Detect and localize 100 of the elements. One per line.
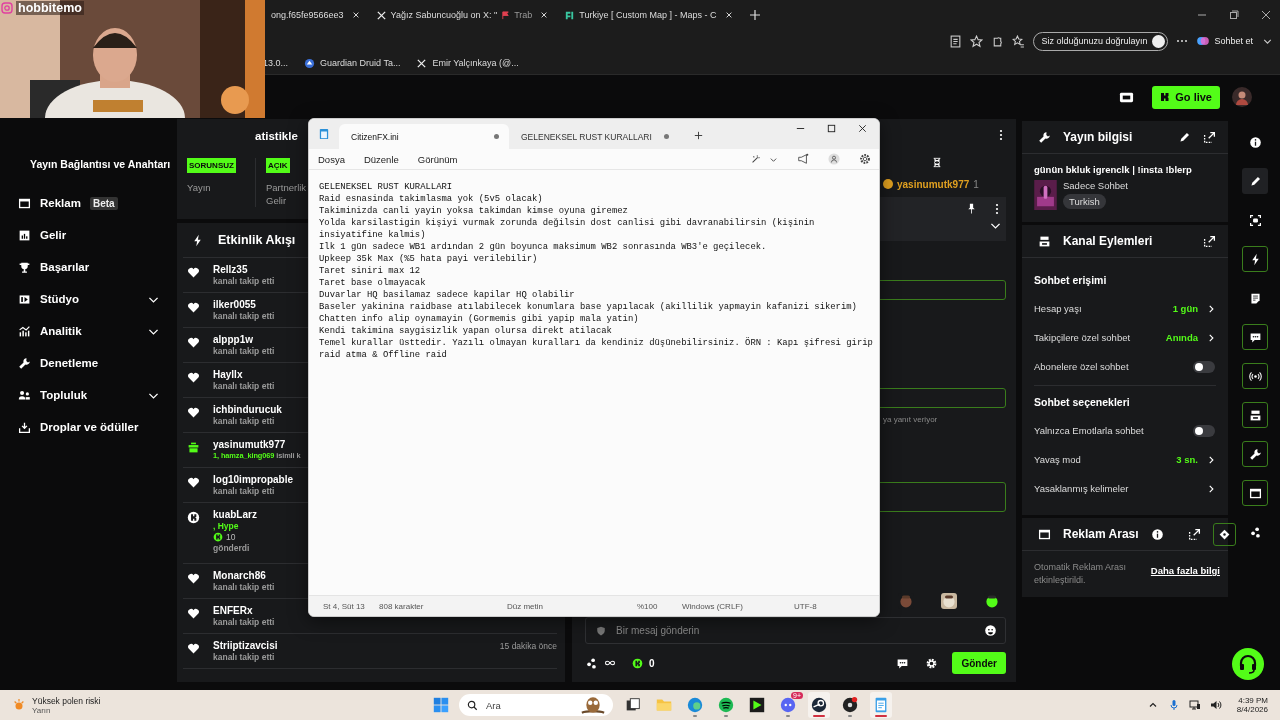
username[interactable]: yasinumutk977 <box>897 178 970 190</box>
document-text[interactable]: GELENEKSEL RUST KURALLARI Raid esnasinda takimlasma yok (5v5 olacak) Takiminizda canli yayin yoksa takimdan kimse oyuna giremez Yolda karsilastigin kişiyi vurmak zorunda değilsin dost canlisi gibi davranabilirsin (kişinin insiyatifine kalmis) Ilk 1 gün sadece WB1 ardından 2 gün boyunca maksimum WB2 sonrasında WB3'e geçilecek. Upkeep 35k Max (%5 hata payi verilebilir) Taret siniri max 12 Taret base olmayacak Duvarlar HQ basilamaz sadece kapilar HQ olabilir Baseler yakinina raidbase atılabilecek konumlara base yapılacak (akillilik yapmayin kafanizi sikerim) Chatten info alip oynamayin (Gormemis gibi yapip mala yatin) Kendi takimina saygisizlik yapan olursa direkt atilacak Temel kurallar üsttedir. Yazılı olmayan kuralları da kendiniz düşünebilirsiniz. ÖRN : Kapı şifresi girip raid atma & Offline raid <box>319 181 873 361</box>
more-icon[interactable] <box>995 202 999 215</box>
menu-item[interactable]: Görünüm <box>417 153 458 165</box>
avatar[interactable] <box>1232 87 1252 107</box>
headset-icon[interactable] <box>1232 648 1264 680</box>
megaphone-icon[interactable] <box>797 153 809 165</box>
taskbar-app[interactable] <box>808 692 830 718</box>
extensions-icon[interactable] <box>991 34 1005 48</box>
download-icon <box>18 420 31 434</box>
scan-icon <box>1248 213 1262 227</box>
rail-button[interactable] <box>1242 480 1268 506</box>
star-icon[interactable] <box>970 34 984 48</box>
search-field[interactable]: Ara <box>459 694 613 716</box>
message-input[interactable]: Bir mesaj gönderin <box>616 625 974 636</box>
browser-tab[interactable]: Turkiye [ Custom Map ] - Maps - C <box>558 3 739 27</box>
bookmark[interactable]: Guardian Druid Ta... <box>304 57 401 69</box>
ad-settings-button[interactable] <box>1212 522 1236 546</box>
close-icon[interactable] <box>857 123 868 134</box>
count: 1 <box>973 178 979 190</box>
emoji-icon[interactable] <box>984 624 997 637</box>
send-button[interactable]: Gönder <box>952 652 1006 674</box>
settings-icon <box>925 656 939 670</box>
setting-label: Yalnızca Emotlarla sohbet <box>1034 425 1144 436</box>
rail-button[interactable] <box>1242 402 1268 428</box>
new-tab-icon[interactable] <box>693 130 704 141</box>
go-live-button[interactable]: Go live <box>1152 85 1220 109</box>
amount: 10 <box>226 532 236 542</box>
event-text: kanalı takip etti <box>213 652 275 662</box>
more-icon[interactable] <box>1176 39 1189 43</box>
username[interactable]: Hayllx <box>213 369 243 380</box>
account-icon[interactable] <box>828 153 840 165</box>
maximize-icon[interactable] <box>826 123 837 134</box>
nav-item[interactable]: Başarılar <box>18 251 170 283</box>
rail-button[interactable] <box>1242 168 1268 194</box>
heart-icon <box>187 336 200 349</box>
settings-icon[interactable] <box>859 153 871 165</box>
event-text: , Hype <box>213 521 239 531</box>
toggle-switch[interactable] <box>1193 360 1215 373</box>
username[interactable]: yasinumutk977 <box>213 439 286 450</box>
username[interactable]: log10impropable <box>213 474 293 485</box>
close-icon[interactable] <box>1260 9 1272 21</box>
category-name[interactable]: Sadece Sohbet <box>1063 180 1128 191</box>
nav-item[interactable]: Stüdyo <box>18 283 170 315</box>
bookmark[interactable]: 13.0... <box>263 58 289 68</box>
favorites-icon[interactable] <box>1012 34 1026 48</box>
username[interactable]: Rellz35 <box>213 264 248 275</box>
setting-value[interactable]: 3 sn. <box>1176 454 1198 465</box>
weather-subtext[interactable]: Yarın <box>32 705 101 715</box>
restore-icon[interactable] <box>1228 9 1240 21</box>
username[interactable]: Monarch86 <box>213 570 266 581</box>
username[interactable]: ilker0055 <box>213 299 256 310</box>
rail-button[interactable] <box>1242 363 1268 389</box>
browser-tab[interactable]: Yağız Sabuncuoğlu on X: " Trab <box>369 3 555 27</box>
setting-value[interactable]: Anında <box>1165 332 1198 343</box>
site-icon <box>564 9 576 21</box>
rail-button[interactable] <box>1242 441 1268 467</box>
menu-item[interactable]: Dosya <box>318 153 345 165</box>
nav-item[interactable]: Gelir <box>18 219 170 251</box>
event-text: kanalı takip etti <box>213 276 275 286</box>
nav-item[interactable]: Denetleme <box>18 347 170 379</box>
copilot-button[interactable]: Sohbet et <box>1196 34 1253 48</box>
hourglass-icon[interactable] <box>932 156 942 168</box>
more-icon[interactable] <box>999 129 1003 141</box>
message-field[interactable]: Bir mesaj gönderin <box>585 617 1006 644</box>
nav-item[interactable]: Droplar ve ödüller <box>18 411 170 443</box>
username[interactable]: Striiptizavcisi <box>213 640 278 651</box>
copilot-icon[interactable] <box>750 153 762 165</box>
info-icon <box>1248 135 1262 149</box>
microphone-icon[interactable] <box>1167 699 1180 711</box>
chat-icon <box>896 656 910 670</box>
browser-tab[interactable]: ong.f65fe9566ee3 <box>265 3 366 27</box>
section-heading: Sohbet erişimi <box>1034 273 1108 288</box>
event-text: kanalı takip etti <box>213 346 275 356</box>
menu-item[interactable]: Düzenle <box>363 153 399 165</box>
volume-icon[interactable] <box>1209 699 1222 711</box>
nav-item[interactable]: Analitik <box>18 315 170 347</box>
weather-text[interactable]: Yüksek polen riski <box>32 695 101 706</box>
bookmark[interactable]: Emir Yalçınkaya (@... <box>416 57 519 69</box>
card-title: Yayın bilgisi <box>1063 130 1133 144</box>
username[interactable]: alppp1w <box>213 334 253 345</box>
editor-tab[interactable]: CitizenFX.ini <box>339 124 509 149</box>
nav-item[interactable]: Topluluk <box>18 379 170 411</box>
reader-icon[interactable] <box>949 34 963 48</box>
toggle-switch[interactable] <box>1193 424 1215 437</box>
username[interactable]: kuabLarz <box>213 509 257 520</box>
learn-more-link[interactable]: Daha fazla bilgi <box>1150 565 1220 576</box>
beta-badge: Beta <box>89 196 118 210</box>
shield-icon <box>596 625 606 636</box>
username[interactable]: ichbindurucuk <box>213 404 282 415</box>
rail-button[interactable] <box>1242 246 1268 272</box>
clock[interactable]: 4:39 PM 8/4/2026 <box>1236 696 1268 714</box>
username[interactable]: ENFERx <box>213 605 253 616</box>
editor-tab[interactable]: GELENEKSEL RUST KURALLARI <box>509 124 679 149</box>
setting-value[interactable]: 1 gün <box>1172 303 1198 314</box>
rail-button[interactable] <box>1242 324 1268 350</box>
network-icon[interactable] <box>1188 699 1201 711</box>
typing-text: ya yanıt veriyor <box>883 415 938 424</box>
start-icon[interactable] <box>432 696 450 714</box>
nav-item[interactable]: Reklam Beta <box>18 187 170 219</box>
